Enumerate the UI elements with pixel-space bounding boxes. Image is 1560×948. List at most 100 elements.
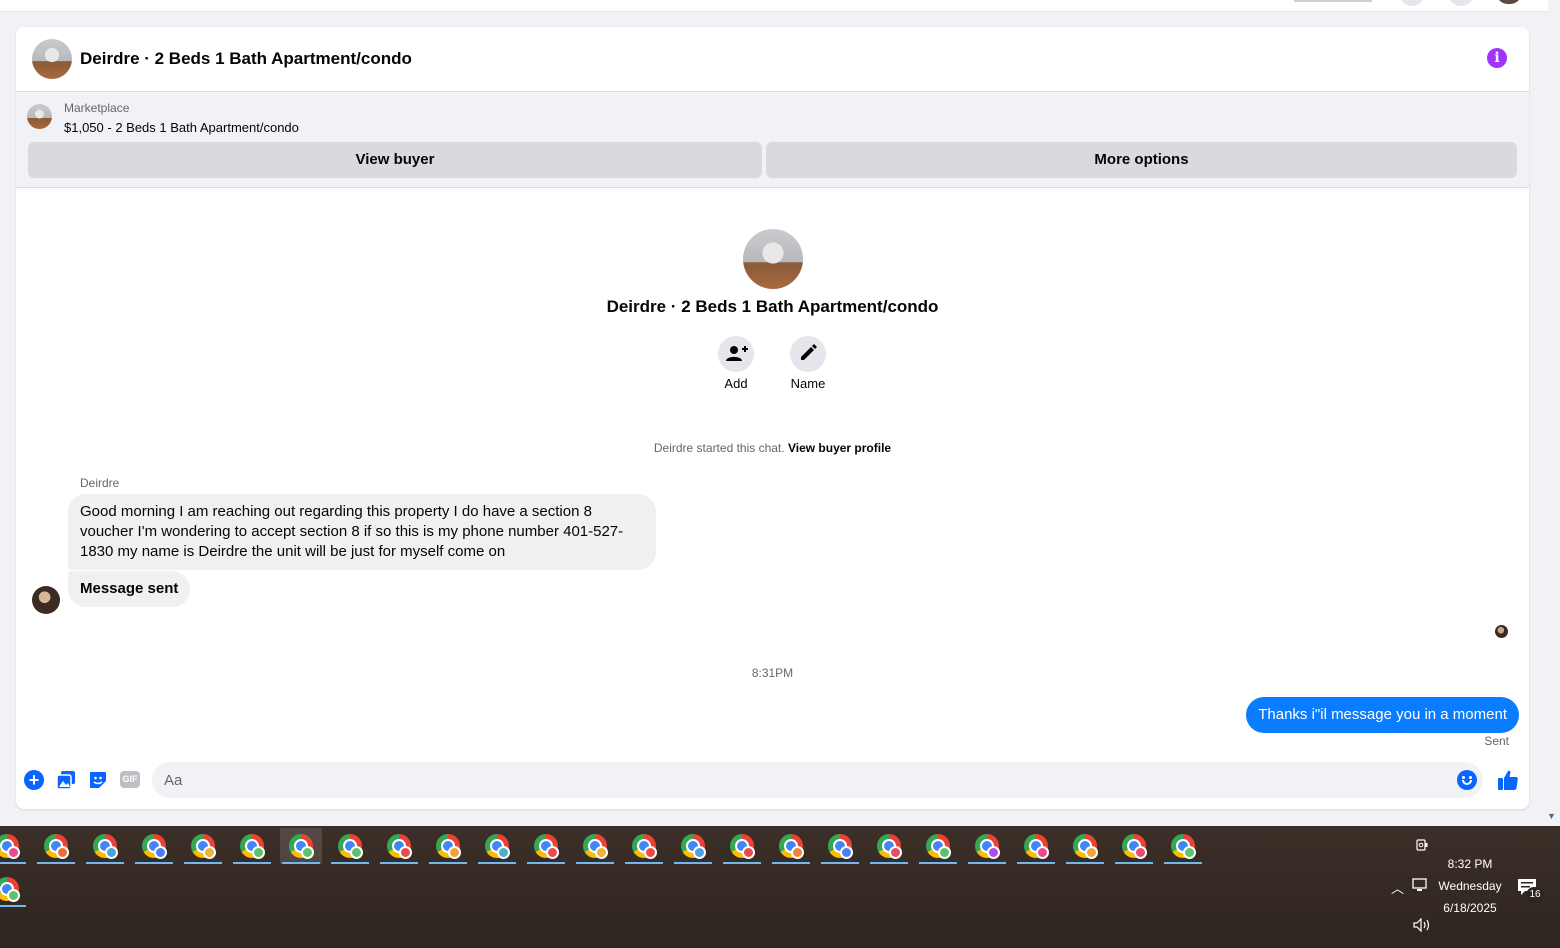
running-indicator <box>37 862 75 864</box>
incoming-message[interactable]: Message sent <box>68 571 191 607</box>
profile-badge-icon <box>644 846 657 859</box>
chrome-profile-taskbar-button[interactable] <box>868 828 910 864</box>
chrome-profile-taskbar-button[interactable] <box>427 828 469 864</box>
more-options-button[interactable]: More options <box>766 142 1517 178</box>
sticker-icon[interactable] <box>88 770 108 790</box>
chrome-profile-taskbar-button[interactable] <box>623 828 665 864</box>
top-notification-icon[interactable] <box>1448 0 1474 6</box>
chrome-profile-taskbar-button[interactable] <box>770 828 812 864</box>
chrome-profile-taskbar-button[interactable] <box>0 828 28 864</box>
chrome-profile-taskbar-button[interactable] <box>476 828 518 864</box>
chrome-profile-taskbar-button[interactable] <box>1113 828 1155 864</box>
listing-thumbnail[interactable] <box>27 104 52 129</box>
chrome-profile-taskbar-button[interactable] <box>1064 828 1106 864</box>
profile-badge-icon <box>1134 846 1147 859</box>
profile-badge-icon <box>546 846 559 859</box>
conversation-title[interactable]: Deirdre · 2 Beds 1 Bath Apartment/condo <box>80 49 412 69</box>
volume-icon[interactable] <box>1412 918 1432 932</box>
show-hidden-icons-icon[interactable]: ︿ <box>1391 878 1404 897</box>
chrome-profile-taskbar-button[interactable] <box>917 828 959 864</box>
chrome-profile-taskbar-button[interactable] <box>721 828 763 864</box>
scroll-down-arrow-icon[interactable]: ▼ <box>1547 811 1556 821</box>
conversation-avatar[interactable] <box>32 39 72 79</box>
add-person-icon[interactable] <box>718 336 754 372</box>
notification-count-badge: 16 <box>1526 887 1544 903</box>
profile-badge-icon <box>938 846 951 859</box>
marketplace-banner: Marketplace $1,050 - 2 Beds 1 Bath Apart… <box>16 92 1529 188</box>
chrome-profile-taskbar-button[interactable] <box>133 828 175 864</box>
profile-badge-icon <box>742 846 755 859</box>
profile-badge-icon <box>7 846 20 859</box>
incoming-message[interactable]: Good morning I am reaching out regarding… <box>68 494 656 570</box>
profile-badge-icon <box>203 846 216 859</box>
chrome-profile-taskbar-button[interactable] <box>574 828 616 864</box>
running-indicator <box>380 862 418 864</box>
top-menu-icon[interactable] <box>1399 0 1425 6</box>
chrome-profile-taskbar-button[interactable] <box>525 828 567 864</box>
chrome-profile-taskbar-button[interactable] <box>280 828 322 864</box>
profile-badge-icon <box>693 846 706 859</box>
running-indicator <box>772 862 810 864</box>
chrome-profile-taskbar-button[interactable] <box>1162 828 1204 864</box>
running-indicator <box>1115 862 1153 864</box>
chat-panel: Deirdre · 2 Beds 1 Bath Apartment/condo … <box>16 27 1529 809</box>
top-profile-avatar[interactable] <box>1496 0 1522 4</box>
top-search-edge <box>1294 0 1372 2</box>
chrome-profile-taskbar-button[interactable] <box>1015 828 1057 864</box>
chat-started-notice: Deirdre started this chat. View buyer pr… <box>16 441 1529 455</box>
marketplace-label: Marketplace <box>64 101 130 115</box>
intro-title: Deirdre · 2 Beds 1 Bath Apartment/condo <box>606 297 939 316</box>
plus-icon[interactable]: + <box>24 770 44 790</box>
chrome-profile-taskbar-button[interactable] <box>819 828 861 864</box>
add-people-action[interactable]: Add <box>706 336 766 391</box>
running-indicator <box>0 862 26 864</box>
running-indicator <box>135 862 173 864</box>
clock-time[interactable]: 8:32 PM <box>1440 857 1500 871</box>
gif-icon[interactable]: GIF <box>120 771 140 788</box>
add-label: Add <box>724 376 748 391</box>
info-icon[interactable]: i <box>1487 48 1507 68</box>
clock-day[interactable]: Wednesday <box>1432 879 1508 893</box>
chrome-profile-taskbar-button[interactable] <box>672 828 714 864</box>
profile-badge-icon <box>1183 846 1196 859</box>
running-indicator <box>674 862 712 864</box>
clock-date[interactable]: 6/18/2025 <box>1432 901 1508 915</box>
name-chat-action[interactable]: Name <box>778 336 838 391</box>
profile-badge-icon <box>791 846 804 859</box>
message-timestamp: 8:31PM <box>751 666 794 680</box>
listing-summary[interactable]: $1,050 - 2 Beds 1 Bath Apartment/condo <box>64 120 299 135</box>
running-indicator <box>723 862 761 864</box>
running-indicator <box>1017 862 1055 864</box>
message-composer: + GIF <box>16 760 1529 800</box>
profile-badge-icon <box>301 846 314 859</box>
chrome-profile-taskbar-button[interactable] <box>966 828 1008 864</box>
running-indicator <box>870 862 908 864</box>
chrome-profile-taskbar-button[interactable] <box>84 828 126 864</box>
running-indicator <box>331 862 369 864</box>
chrome-profile-taskbar-button[interactable] <box>182 828 224 864</box>
emoji-icon[interactable] <box>1457 770 1477 790</box>
view-buyer-button[interactable]: View buyer <box>28 142 762 178</box>
browser-top-strip <box>0 0 1548 12</box>
view-buyer-profile-link[interactable]: View buyer profile <box>788 441 891 455</box>
name-label: Name <box>790 376 826 391</box>
running-indicator <box>86 862 124 864</box>
thumbs-up-icon[interactable] <box>1496 768 1520 792</box>
sender-avatar[interactable] <box>32 586 60 614</box>
chrome-profile-taskbar-button[interactable] <box>35 828 77 864</box>
network-icon[interactable] <box>1412 878 1429 892</box>
profile-badge-icon <box>56 846 69 859</box>
profile-badge-icon <box>595 846 608 859</box>
chrome-profile-taskbar-button[interactable] <box>0 871 28 907</box>
message-input[interactable] <box>152 762 1483 798</box>
photo-icon[interactable] <box>56 770 76 790</box>
pencil-icon[interactable] <box>790 336 826 372</box>
chrome-profile-taskbar-button[interactable] <box>378 828 420 864</box>
sender-name: Deirdre <box>80 476 120 490</box>
profile-badge-icon <box>154 846 167 859</box>
outgoing-message[interactable]: Thanks i"il message you in a moment <box>1246 697 1519 733</box>
meet-now-icon[interactable] <box>1416 839 1428 853</box>
chrome-profile-taskbar-button[interactable] <box>231 828 273 864</box>
chrome-profile-taskbar-button[interactable] <box>329 828 371 864</box>
windows-taskbar: 8:32 PM ︿ Wednesday 6/18/2025 16 <box>0 826 1560 948</box>
